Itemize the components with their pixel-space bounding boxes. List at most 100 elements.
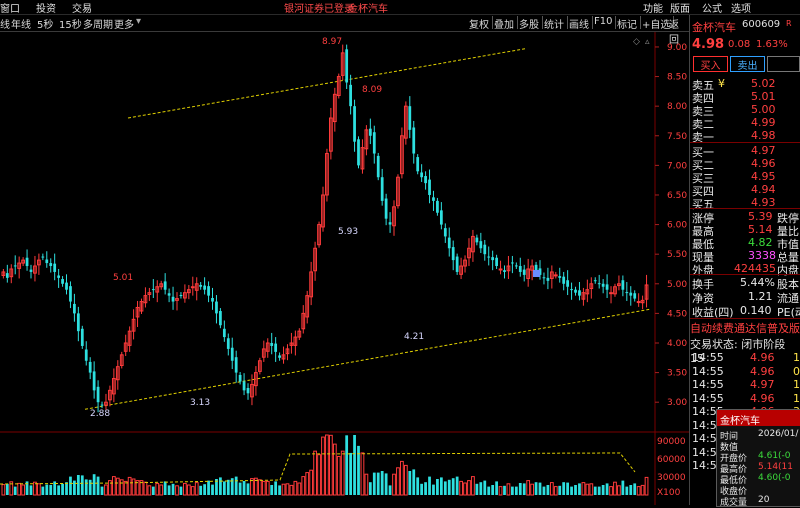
volume-bar bbox=[131, 478, 136, 496]
candle-body-down bbox=[479, 241, 483, 249]
period-15s[interactable]: 15秒 bbox=[59, 16, 82, 31]
volume-bar bbox=[364, 473, 369, 496]
candle-body-down bbox=[503, 270, 506, 272]
back-button[interactable]: 返回 bbox=[666, 16, 691, 46]
candle-body-down bbox=[61, 279, 64, 284]
volume-bar bbox=[412, 469, 416, 495]
menu-formula[interactable]: 公式 bbox=[702, 0, 722, 15]
candle-body-down bbox=[41, 256, 45, 258]
volume-bar bbox=[589, 483, 594, 496]
scroll-ad-text[interactable]: 自动续费通达信普及版 bbox=[690, 320, 800, 335]
multi-stock-button[interactable]: 多股 bbox=[516, 16, 543, 31]
volume-bar bbox=[332, 443, 337, 496]
popup-value: 4.61(-0 bbox=[758, 451, 791, 461]
period-year[interactable]: 年线 bbox=[11, 16, 31, 31]
stat-value: 3338 bbox=[748, 249, 776, 262]
menu-options[interactable]: 选项 bbox=[731, 0, 751, 15]
draw-line-button[interactable]: 画线 bbox=[566, 16, 593, 31]
volume-bar bbox=[151, 486, 155, 495]
period-multi[interactable]: 多周期 bbox=[83, 16, 113, 31]
period-more[interactable]: 更多 bbox=[114, 16, 134, 31]
menu-trade[interactable]: 交易 bbox=[72, 0, 92, 15]
diamond-icon[interactable]: ◇ bbox=[633, 37, 640, 47]
tick-time: 14:55 bbox=[692, 378, 724, 391]
y-tick-label: 8.50 bbox=[667, 73, 687, 83]
volume-bar bbox=[127, 476, 132, 496]
kline-info-popup: 金杯汽车 时间 2026/01/数值 开盘价 4.61(-0 最高价 5.14(11 最低价… bbox=[716, 409, 800, 508]
volume-bar bbox=[45, 484, 49, 495]
popup-value: 20 bbox=[758, 495, 770, 505]
y-tick-label: 8.00 bbox=[667, 102, 687, 112]
candle-body-down bbox=[29, 269, 33, 272]
volume-bar bbox=[400, 460, 404, 496]
candle-body-down bbox=[443, 228, 447, 237]
info-mine-icon[interactable] bbox=[533, 270, 540, 277]
candle-body-down bbox=[593, 280, 597, 282]
bid-price: 4.94 bbox=[751, 183, 776, 196]
volume-bar bbox=[261, 480, 266, 496]
volume-bar bbox=[471, 476, 475, 496]
candle-body-down bbox=[495, 257, 498, 267]
candle-body-down bbox=[562, 276, 566, 284]
mark-button[interactable]: 标记 bbox=[614, 16, 641, 31]
volume-bar bbox=[549, 482, 554, 496]
menu-invest[interactable]: 投资 bbox=[36, 0, 56, 15]
candle-body-down bbox=[238, 374, 242, 382]
stat2-value: 0.140 bbox=[740, 304, 772, 317]
volume-bar bbox=[80, 475, 84, 495]
more-arrow-icon[interactable]: ▾ bbox=[136, 16, 141, 27]
volume-bar bbox=[222, 481, 226, 495]
volume-bar bbox=[443, 481, 447, 495]
candle-body-down bbox=[416, 157, 420, 172]
period-line[interactable]: 线 bbox=[0, 16, 10, 31]
volume-bar bbox=[475, 483, 479, 495]
volume-bar bbox=[281, 483, 286, 496]
other-order-button[interactable] bbox=[767, 56, 800, 72]
volume-bar bbox=[640, 484, 645, 496]
volume-bar bbox=[436, 479, 439, 495]
menu-window[interactable]: 窗口 bbox=[0, 0, 20, 15]
volume-bar bbox=[250, 478, 254, 496]
volume-bar bbox=[301, 476, 306, 496]
volume-bar bbox=[609, 486, 613, 496]
volume-bar bbox=[578, 483, 581, 495]
y-tick-label: 7.50 bbox=[667, 132, 687, 142]
popup-row: 开盘价 4.61(-0 bbox=[717, 451, 800, 464]
candle-body-down bbox=[491, 257, 495, 261]
menu-function[interactable]: 功能 bbox=[643, 0, 663, 15]
candle-body-down bbox=[428, 179, 431, 195]
tick-row: 14:55 4.96 0 bbox=[690, 365, 800, 378]
volume-bar bbox=[621, 480, 625, 495]
candle-body-down bbox=[215, 301, 218, 314]
menu-bar: 窗口 投资 交易 银河证券已登录 金杯汽车 功能 版面 公式 选项 bbox=[0, 0, 800, 15]
volume-bar bbox=[511, 486, 514, 495]
volume-bar bbox=[111, 476, 116, 496]
collapse-icon[interactable]: ▵ bbox=[645, 37, 650, 47]
price-annotation: 8.97 bbox=[322, 37, 342, 47]
ask-row: 卖二 4.99 bbox=[690, 116, 800, 131]
adjust-button[interactable]: 复权 bbox=[466, 16, 493, 31]
candle-body-down bbox=[45, 259, 49, 264]
candle-body-up bbox=[636, 301, 641, 304]
candle-body-up bbox=[190, 286, 195, 289]
change-pct: 1.63% bbox=[756, 39, 788, 50]
candle-body-down bbox=[601, 283, 605, 287]
volume-bar bbox=[384, 473, 388, 495]
kline-chart[interactable]: 8.97 8.09 5.93 5.01 4.21 3.13 2.88 9.00 8.50 8.0… bbox=[0, 32, 689, 505]
f10-button[interactable]: F10 bbox=[591, 16, 617, 29]
statistics-button[interactable]: 统计 bbox=[541, 16, 568, 31]
period-5s[interactable]: 5秒 bbox=[37, 16, 53, 31]
volume-bar bbox=[503, 485, 506, 495]
sell-button[interactable]: 卖出 bbox=[730, 56, 765, 72]
buy-button[interactable]: 买入 bbox=[693, 56, 728, 72]
candle-body-down bbox=[13, 265, 17, 267]
volume-bar bbox=[73, 480, 76, 495]
bid-price: 4.96 bbox=[751, 157, 776, 170]
volume-bar bbox=[242, 481, 246, 495]
overlay-button[interactable]: 叠加 bbox=[491, 16, 518, 31]
volume-bar bbox=[392, 473, 396, 496]
menu-layout[interactable]: 版面 bbox=[670, 0, 690, 15]
candle-body-down bbox=[384, 198, 388, 219]
volume-bar bbox=[270, 485, 274, 495]
volume-bar bbox=[432, 484, 435, 495]
